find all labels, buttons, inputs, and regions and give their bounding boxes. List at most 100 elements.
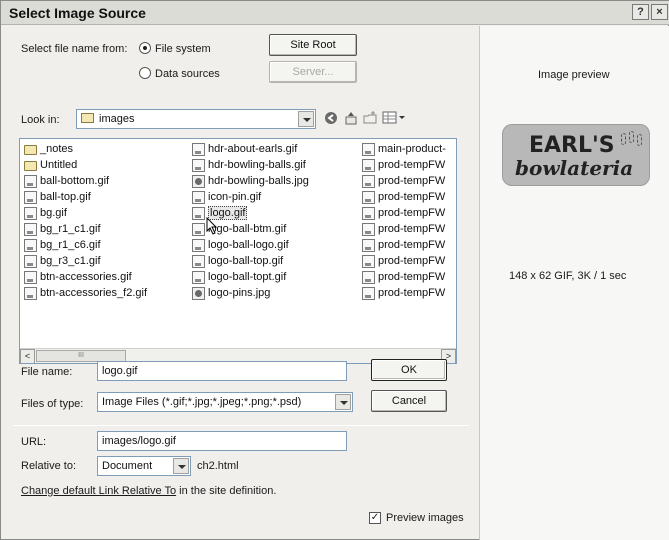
gif-file-icon bbox=[24, 175, 37, 188]
site-root-button[interactable]: Site Root bbox=[269, 34, 357, 56]
list-item[interactable]: prod-tempFW bbox=[362, 286, 445, 301]
gif-file-icon bbox=[192, 223, 205, 236]
gif-file-icon bbox=[24, 271, 37, 284]
gif-file-icon bbox=[362, 159, 375, 172]
gif-file-icon bbox=[362, 191, 375, 204]
list-item[interactable]: Untitled bbox=[24, 158, 77, 173]
server-button[interactable]: Server... bbox=[269, 61, 357, 83]
scroll-left-button[interactable]: < bbox=[20, 349, 35, 363]
link-relative-suffix: in the site definition. bbox=[176, 485, 277, 497]
link-relative-sentence: Change default Link Relative To in the s… bbox=[21, 485, 276, 497]
look-in-value: images bbox=[99, 113, 135, 125]
gif-file-icon bbox=[192, 271, 205, 284]
list-item[interactable]: btn-accessories_f2.gif bbox=[24, 286, 147, 301]
url-label: URL: bbox=[21, 436, 47, 448]
list-item[interactable]: prod-tempFW bbox=[362, 190, 445, 205]
logo-text-bowlateria: bowlateria bbox=[515, 156, 634, 180]
file-browser-pane: Select file name from: File system Data … bbox=[1, 26, 479, 540]
mouse-cursor-icon bbox=[206, 217, 218, 235]
relative-file-name: ch2.html bbox=[197, 460, 239, 472]
jpg-file-icon bbox=[192, 175, 205, 188]
back-icon[interactable] bbox=[323, 110, 339, 126]
list-item[interactable]: bg_r1_c1.gif bbox=[24, 222, 101, 237]
image-info-text: 148 x 62 GIF, 3K / 1 sec bbox=[509, 270, 627, 282]
gif-file-icon bbox=[362, 175, 375, 188]
look-in-combobox[interactable]: images bbox=[76, 109, 316, 129]
gif-file-icon bbox=[362, 207, 375, 220]
gif-file-icon bbox=[362, 239, 375, 252]
chevron-down-icon[interactable] bbox=[298, 111, 314, 127]
gif-file-icon bbox=[192, 255, 205, 268]
cancel-button[interactable]: Cancel bbox=[371, 390, 447, 412]
list-item[interactable]: bg_r3_c1.gif bbox=[24, 254, 101, 269]
data-sources-radio[interactable] bbox=[139, 67, 151, 79]
list-item[interactable]: _notes bbox=[24, 142, 73, 157]
gif-file-icon bbox=[192, 143, 205, 156]
list-item[interactable]: main-product- bbox=[362, 142, 446, 157]
gif-file-icon bbox=[24, 255, 37, 268]
list-item[interactable]: btn-accessories.gif bbox=[24, 270, 132, 285]
preview-images-checkbox[interactable]: ✓ bbox=[369, 512, 381, 524]
chevron-down-icon[interactable] bbox=[173, 458, 189, 474]
list-item[interactable]: bg.gif bbox=[24, 206, 67, 221]
relative-to-label: Relative to: bbox=[21, 460, 77, 472]
list-item[interactable]: prod-tempFW bbox=[362, 222, 445, 237]
logo-text-earls: EARL'S bbox=[529, 133, 615, 158]
gif-file-icon bbox=[192, 207, 205, 220]
list-item[interactable]: hdr-bowling-balls.gif bbox=[192, 158, 306, 173]
title-bar[interactable]: Select Image Source ? × bbox=[1, 1, 669, 25]
list-item[interactable]: prod-tempFW bbox=[362, 238, 445, 253]
chevron-down-icon[interactable] bbox=[335, 394, 351, 410]
help-button[interactable]: ? bbox=[632, 4, 649, 20]
gif-file-icon bbox=[362, 143, 375, 156]
jpg-file-icon bbox=[192, 287, 205, 300]
list-item[interactable]: prod-tempFW bbox=[362, 254, 445, 269]
gif-file-icon bbox=[24, 223, 37, 236]
ok-button[interactable]: OK bbox=[371, 359, 447, 381]
file-name-input[interactable]: logo.gif bbox=[97, 361, 347, 381]
list-item[interactable]: prod-tempFW bbox=[362, 174, 445, 189]
list-item[interactable]: prod-tempFW bbox=[362, 270, 445, 285]
list-item[interactable]: prod-tempFW bbox=[362, 158, 445, 173]
earls-bowlateria-logo-image: EARL'S bowlateria bbox=[502, 124, 650, 186]
files-of-type-select[interactable]: Image Files (*.gif;*.jpg;*.jpeg;*.png;*.… bbox=[97, 392, 353, 412]
bowling-pin-icon bbox=[629, 131, 634, 143]
bowling-pin-icon bbox=[621, 133, 626, 145]
list-item[interactable]: icon-pin.gif bbox=[192, 190, 261, 205]
up-folder-icon[interactable] bbox=[343, 110, 359, 126]
look-in-label: Look in: bbox=[21, 114, 60, 126]
folder-icon bbox=[24, 145, 37, 155]
data-sources-label[interactable]: Data sources bbox=[155, 68, 220, 80]
gif-file-icon bbox=[192, 239, 205, 252]
gif-file-icon bbox=[24, 239, 37, 252]
list-item[interactable]: hdr-about-earls.gif bbox=[192, 142, 297, 157]
list-item[interactable]: logo-ball-logo.gif bbox=[192, 238, 289, 253]
file-system-radio[interactable] bbox=[139, 42, 151, 54]
gif-file-icon bbox=[24, 207, 37, 220]
file-system-label[interactable]: File system bbox=[155, 43, 211, 55]
relative-to-select[interactable]: Document bbox=[97, 456, 191, 476]
close-button[interactable]: × bbox=[651, 4, 668, 20]
list-item[interactable]: logo-ball-top.gif bbox=[192, 254, 283, 269]
list-item[interactable]: ball-top.gif bbox=[24, 190, 91, 205]
url-input[interactable]: images/logo.gif bbox=[97, 431, 347, 451]
gif-file-icon bbox=[24, 191, 37, 204]
source-prompt-label: Select file name from: bbox=[21, 43, 128, 55]
image-preview-title: Image preview bbox=[538, 69, 610, 81]
new-folder-icon[interactable] bbox=[362, 110, 378, 126]
list-item[interactable]: prod-tempFW bbox=[362, 206, 445, 221]
image-preview-pane: Image preview EARL'S bowlateria 148 x 62… bbox=[479, 26, 669, 540]
gif-file-icon bbox=[362, 255, 375, 268]
gif-file-icon bbox=[362, 271, 375, 284]
list-item[interactable]: bg_r1_c6.gif bbox=[24, 238, 101, 253]
file-name-label: File name: bbox=[21, 366, 73, 378]
list-item[interactable]: hdr-bowling-balls.jpg bbox=[192, 174, 309, 189]
list-item[interactable]: ball-bottom.gif bbox=[24, 174, 109, 189]
view-menu-icon[interactable] bbox=[382, 110, 406, 126]
preview-images-label[interactable]: Preview images bbox=[386, 512, 464, 524]
folder-icon bbox=[81, 113, 94, 123]
list-item[interactable]: logo-pins.jpg bbox=[192, 286, 270, 301]
list-item[interactable]: logo-ball-topt.gif bbox=[192, 270, 286, 285]
file-list[interactable]: _notes Untitled ball-bottom.gif ball-top… bbox=[19, 138, 457, 364]
change-link-relative-link[interactable]: Change default Link Relative To bbox=[21, 485, 176, 497]
